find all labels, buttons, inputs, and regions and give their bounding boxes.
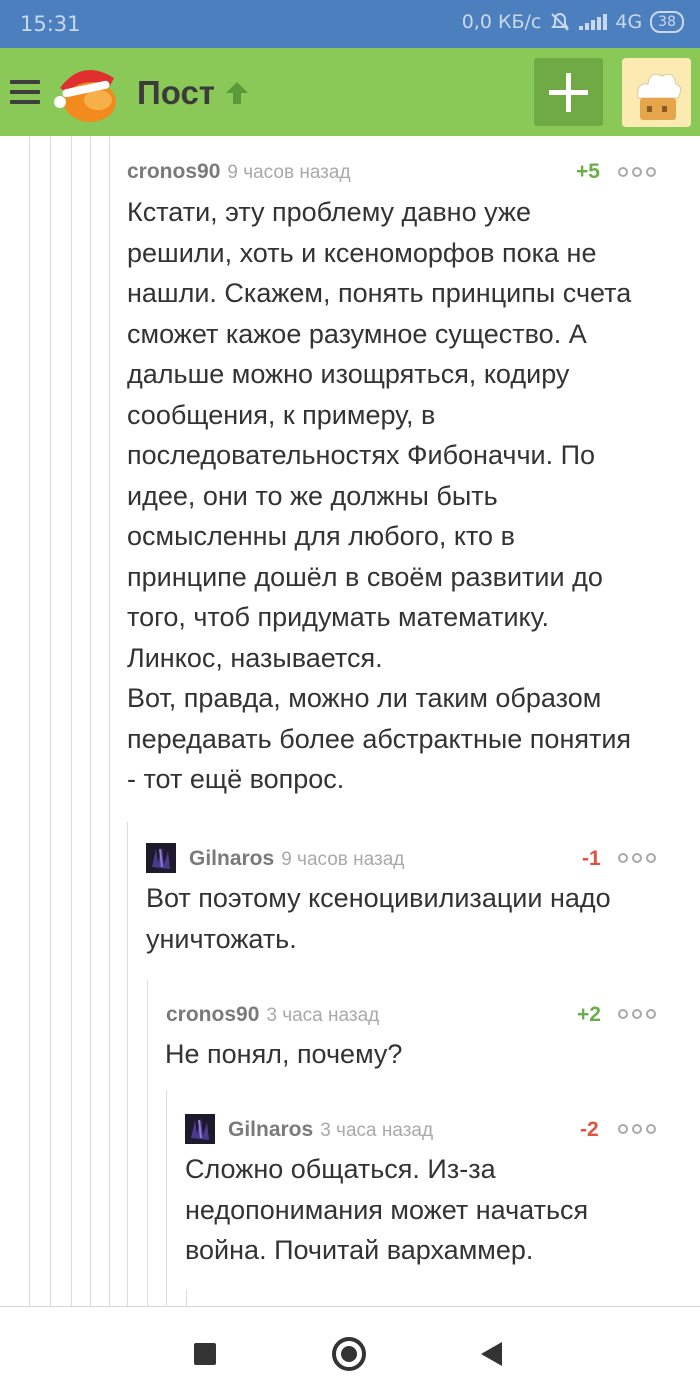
comment-author[interactable]: cronos90 [127, 160, 220, 184]
commenter-avatar[interactable] [185, 1114, 215, 1144]
comment-rating: +5 [576, 160, 600, 183]
more-icon[interactable] [618, 853, 656, 863]
battery-icon: 38 [650, 11, 684, 33]
system-nav-bar [0, 1306, 700, 1400]
comment-meta: Gilnaros 9 часов назад [189, 847, 404, 871]
thread-line [186, 1290, 187, 1306]
nav-home-icon[interactable] [332, 1337, 366, 1371]
thread-line [71, 136, 72, 1306]
more-icon[interactable] [618, 1009, 656, 1019]
comment-time: 9 часов назад [227, 162, 351, 183]
comment-rating: -1 [582, 847, 601, 870]
thread-line [90, 136, 91, 1306]
comment-time: 3 часа назад [320, 1120, 434, 1141]
comment-rating: -2 [580, 1118, 599, 1141]
comment-author[interactable]: Gilnaros [189, 847, 274, 871]
network-type: 4G [615, 11, 643, 33]
network-speed: 0,0 КБ/с [461, 11, 542, 33]
thread-line [29, 136, 30, 1306]
comment-meta: Gilnaros 3 часа назад [228, 1118, 433, 1142]
more-icon[interactable] [618, 167, 656, 177]
comment-time: 9 часов назад [281, 849, 405, 870]
comment-author[interactable]: Gilnaros [228, 1118, 313, 1142]
mute-icon [551, 12, 570, 31]
comment-author[interactable]: cronos90 [166, 1003, 259, 1027]
avatar-image [622, 58, 691, 127]
add-post-button[interactable] [534, 58, 603, 126]
battery-level: 38 [658, 14, 676, 30]
hamburger-icon[interactable] [10, 80, 40, 106]
comment-text: Не понял, почему? [165, 1039, 403, 1069]
arrow-up-icon[interactable] [222, 78, 252, 108]
status-bar: 15:31 0,0 КБ/с 4G 38 [0, 0, 700, 48]
thread-line [127, 822, 128, 1306]
thread-line [50, 136, 51, 1306]
comment-meta: cronos90 3 часа назад [166, 1003, 379, 1027]
status-time: 15:31 [20, 12, 81, 36]
status-icons: 0,0 КБ/с 4G 38 [462, 11, 684, 33]
thread-line [166, 1090, 167, 1306]
signal-icon [579, 14, 608, 30]
thread-line [109, 136, 110, 1306]
comment-time: 3 часа назад [266, 1005, 380, 1026]
more-icon[interactable] [618, 1124, 656, 1134]
user-avatar[interactable] [622, 58, 691, 127]
page-title: Пост [137, 74, 215, 111]
commenter-avatar[interactable] [146, 843, 176, 873]
plus-icon [549, 73, 588, 112]
thread-line [147, 980, 148, 1306]
comment-text: Сложно общаться. Из-за недопонимания мож… [185, 1154, 589, 1265]
comment-text: Вот поэтому ксеноцивилизации надо уничто… [146, 883, 611, 954]
app-header: Пост [0, 48, 700, 136]
nav-recents-icon[interactable] [194, 1343, 216, 1365]
app-logo[interactable] [52, 58, 122, 124]
nav-back-icon[interactable] [481, 1342, 502, 1366]
comment-rating: +2 [577, 1003, 601, 1026]
comment-text: Кстати, эту проблему давно уже решили, х… [127, 197, 632, 794]
comment-meta: cronos90 9 часов назад [127, 160, 351, 184]
